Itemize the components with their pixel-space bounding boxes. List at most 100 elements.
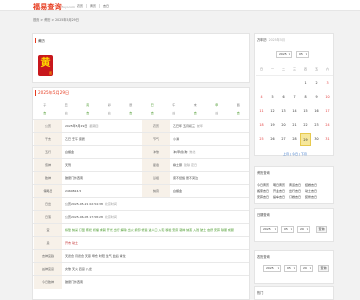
chevron-down-icon: ▾ bbox=[290, 228, 292, 231]
calendar-day[interactable]: 7 bbox=[289, 91, 300, 104]
calendar-year-select[interactable]: 2025 ▾ bbox=[276, 51, 292, 58]
tags-panel: 黄历查询 今日黄历 明日黄历 黄道吉日 结婚吉日 搬家吉日 开业吉日 出行吉日 动土吉日 安葬吉… bbox=[254, 166, 334, 204]
row-value-2-sub: 蛇年 bbox=[196, 124, 203, 128]
row-value-2-main: 乙巳年 五月初三 bbox=[173, 124, 195, 128]
site-logo[interactable]: 福易查询 bbox=[33, 2, 62, 12]
date-day-select[interactable]: 29 ▾ bbox=[297, 226, 310, 233]
next-month-link[interactable]: 下月 bbox=[301, 152, 307, 156]
row-label: 今日胎神 bbox=[34, 276, 62, 289]
calendar-day[interactable]: 8 bbox=[300, 91, 311, 104]
hour-luck: 吉 bbox=[129, 111, 133, 115]
hour-luck: 吉 bbox=[43, 111, 47, 115]
date-query-title: 日期查询 bbox=[257, 213, 270, 217]
row-value-2-main: 白蜡金 bbox=[173, 189, 183, 193]
calendar-day[interactable]: 15 bbox=[300, 105, 311, 118]
calendar-day[interactable]: 4 bbox=[256, 91, 267, 104]
date-query-panel: 日期查询 2025 ▾ 05 ▾ 29 ▾ 查询 bbox=[254, 208, 334, 242]
tag-link[interactable]: 今日黄历 bbox=[257, 183, 269, 187]
tag-link[interactable]: 结婚吉日 bbox=[305, 183, 317, 187]
chevron-down-icon: ▾ bbox=[293, 267, 295, 270]
calendar-day[interactable]: 27 bbox=[278, 133, 289, 146]
row-value-main: 乙巳 壬午 庚辰 bbox=[65, 137, 85, 141]
tag-list: 今日黄历 明日黄历 黄道吉日 结婚吉日搬家吉日 开业吉日 出行吉日 动土吉日安葬吉日 提车吉日… bbox=[257, 183, 331, 199]
tag-link[interactable]: 提车吉日 bbox=[273, 195, 285, 199]
calendar-day[interactable]: 9 bbox=[311, 91, 322, 104]
calendar-day[interactable]: 3 bbox=[322, 77, 333, 90]
nav-item-nongli[interactable]: 农历 bbox=[77, 4, 83, 8]
chevron-down-icon: ▾ bbox=[305, 53, 307, 56]
nav-item-jiri[interactable]: 吉日 bbox=[99, 4, 109, 8]
calendar-day[interactable]: 26 bbox=[267, 133, 278, 146]
calendar-day[interactable]: 31 bbox=[322, 133, 333, 146]
calendar-day[interactable]: 6 bbox=[278, 91, 289, 104]
lunar-query-panel: 农历查询 2025 ▾ 05 ▾ 29 ▾ 查询 bbox=[254, 250, 334, 284]
hour-name: 申 bbox=[215, 103, 219, 107]
tag-link[interactable]: 开业吉日 bbox=[273, 189, 285, 193]
date-month-select[interactable]: 05 ▾ bbox=[281, 226, 294, 233]
calendar-day[interactable]: 25 bbox=[256, 133, 267, 146]
weekday-header: 一 bbox=[270, 67, 274, 71]
tag-link[interactable]: 搬家吉日 bbox=[257, 189, 269, 193]
calendar-day[interactable]: 29 bbox=[300, 133, 311, 146]
calendar-divider bbox=[256, 75, 333, 76]
row-value-sub: 北京时间 bbox=[104, 202, 117, 206]
chevron-down-icon: ▾ bbox=[309, 267, 311, 270]
calendar-day[interactable]: 10 bbox=[322, 91, 333, 104]
row-value-main: 碓磨门外西南 bbox=[65, 280, 84, 284]
calendar-day[interactable]: 28 bbox=[289, 133, 300, 146]
calendar-day[interactable]: 13 bbox=[278, 105, 289, 118]
calendar-day[interactable]: 14 bbox=[289, 105, 300, 118]
hour-luck: 吉 bbox=[150, 111, 154, 115]
date-query-button[interactable]: 查询 bbox=[316, 226, 327, 233]
tag-link[interactable]: 订婚吉日 bbox=[289, 195, 301, 199]
date-year-value: 2025 bbox=[263, 227, 271, 231]
calendar-day[interactable]: 11 bbox=[256, 105, 267, 118]
hour-luck: 凶 bbox=[172, 111, 176, 115]
calendar-day[interactable]: 24 bbox=[322, 119, 333, 132]
calendar-day[interactable]: 20 bbox=[278, 119, 289, 132]
lunar-day-select[interactable]: 29 ▾ bbox=[300, 265, 313, 272]
huangli-badge-icon: 黄历 bbox=[38, 55, 53, 76]
tag-link[interactable]: 黄道吉日 bbox=[289, 183, 301, 187]
tag-link[interactable]: 出行吉日 bbox=[289, 189, 301, 193]
calendar-day[interactable]: 2 bbox=[311, 77, 322, 90]
tag-link[interactable]: 装修吉日 bbox=[305, 195, 317, 199]
calendar-day[interactable]: 23 bbox=[311, 119, 322, 132]
badge-sub: 历 bbox=[49, 72, 52, 75]
calendar-day[interactable]: 19 bbox=[267, 119, 278, 132]
hour-name: 子 bbox=[43, 103, 47, 107]
hour-name: 丑 bbox=[64, 103, 68, 107]
breadcrumb[interactable]: 首页 > 黄历 > 2025年5月29日 bbox=[33, 17, 79, 22]
calendar-day[interactable]: 21 bbox=[289, 119, 300, 132]
date-month-value: 05 bbox=[284, 227, 288, 231]
hour-name: 卯 bbox=[107, 103, 111, 107]
lunar-year-select[interactable]: 2025 ▾ bbox=[263, 265, 281, 272]
lunar-query-button[interactable]: 查询 bbox=[318, 265, 329, 272]
row-value-main: 开市 动土 bbox=[65, 241, 78, 245]
hour-luck: 凶 bbox=[215, 111, 219, 115]
hour-name: 酉 bbox=[236, 103, 240, 107]
calendar-day[interactable]: 17 bbox=[322, 105, 333, 118]
calendar-month-select[interactable]: 05 ▾ bbox=[296, 51, 309, 58]
prev-month-link[interactable]: 上月 bbox=[283, 152, 289, 156]
nav-item-huangli[interactable]: 黄历 bbox=[86, 4, 96, 8]
calendar-day[interactable]: 16 bbox=[311, 105, 322, 118]
calendar-day[interactable]: 5 bbox=[267, 91, 278, 104]
row-value-2-sub: 煞北 bbox=[189, 150, 196, 154]
lunar-month-select[interactable]: 05 ▾ bbox=[284, 265, 297, 272]
tag-link[interactable]: 安葬吉日 bbox=[257, 195, 269, 199]
tag-link[interactable]: 动土吉日 bbox=[305, 189, 317, 193]
calendar-day[interactable]: 18 bbox=[256, 119, 267, 132]
row-value-main: 公历2025-06-05 17:58:28 bbox=[65, 215, 103, 219]
hour-luck: 凶 bbox=[64, 111, 68, 115]
calendar-day[interactable]: 30 bbox=[311, 133, 322, 146]
date-year-select[interactable]: 2025 ▾ bbox=[260, 226, 278, 233]
calendar-day[interactable]: 22 bbox=[300, 119, 311, 132]
chevron-down-icon: ▾ bbox=[277, 267, 279, 270]
today-link[interactable]: 今日 bbox=[292, 152, 298, 156]
calendar-day[interactable]: 1 bbox=[300, 77, 311, 90]
tag-link[interactable]: 明日黄历 bbox=[273, 183, 285, 187]
row-value-2-main: 冲(甲戌)狗 bbox=[173, 150, 188, 154]
row-value-2-main: 庚不经络 辰不哭泣 bbox=[173, 176, 198, 180]
calendar-day[interactable]: 12 bbox=[267, 105, 278, 118]
